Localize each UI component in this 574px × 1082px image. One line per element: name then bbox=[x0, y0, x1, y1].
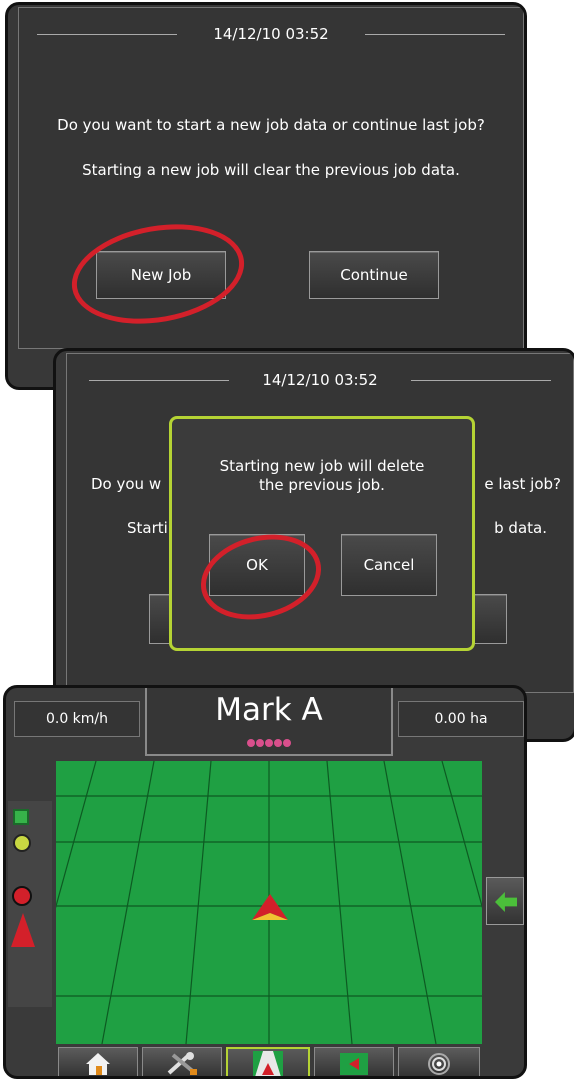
spray-status-icon[interactable] bbox=[11, 913, 35, 947]
job-question-left-text: Do you w bbox=[91, 475, 162, 493]
tools-icon bbox=[167, 1052, 197, 1075]
area-readout: 0.00 ha bbox=[398, 701, 524, 737]
field-view bbox=[56, 761, 482, 1044]
confirm-new-job-screen: 14/12/10 03:52 Do you w e last job? Star… bbox=[53, 348, 574, 742]
boundary-toggle-icon[interactable] bbox=[13, 834, 31, 852]
guidance-indicator-dots bbox=[147, 739, 391, 747]
nav-map-button[interactable] bbox=[314, 1047, 394, 1076]
nav-gps-button[interactable] bbox=[398, 1047, 480, 1076]
cancel-button[interactable]: Cancel bbox=[341, 534, 437, 596]
vehicle-arrow-icon bbox=[252, 894, 288, 920]
dialog-header: 14/12/10 03:52 bbox=[19, 14, 523, 54]
job-note-right-text: b data. bbox=[494, 519, 547, 537]
arrow-left-icon bbox=[495, 892, 517, 912]
new-job-button[interactable]: New Job bbox=[96, 251, 226, 299]
expand-panel-button[interactable] bbox=[486, 877, 524, 925]
job-note-left-text: Starti bbox=[127, 519, 168, 537]
home-icon bbox=[86, 1053, 110, 1075]
dialog-header: 14/12/10 03:52 bbox=[67, 360, 573, 400]
guidance-mode-title: Mark A bbox=[215, 692, 323, 728]
nav-tools-button[interactable] bbox=[142, 1047, 222, 1076]
ok-button[interactable]: OK bbox=[209, 534, 305, 596]
confirm-message: Starting new job will delete the previou… bbox=[219, 457, 425, 494]
field-map-icon bbox=[340, 1053, 368, 1075]
left-tool-column bbox=[8, 801, 52, 1007]
datetime-label: 14/12/10 03:52 bbox=[213, 25, 329, 43]
continue-button[interactable]: Continue bbox=[309, 251, 439, 299]
guidance-title-box: Mark A bbox=[145, 688, 393, 756]
job-start-screen: 14/12/10 03:52 Do you want to start a ne… bbox=[5, 2, 527, 390]
guidance-screen: 0.0 km/h 0.00 ha Mark A bbox=[3, 685, 527, 1079]
nav-home-button[interactable] bbox=[58, 1047, 138, 1076]
job-note-text: Starting a new job will clear the previo… bbox=[82, 161, 460, 179]
speed-readout: 0.0 km/h bbox=[14, 701, 140, 737]
gps-status-icon bbox=[428, 1053, 450, 1075]
bottom-nav-bar bbox=[56, 1047, 482, 1076]
job-question-right-text: e last job? bbox=[484, 475, 561, 493]
confirm-dialog: Starting new job will delete the previou… bbox=[169, 416, 475, 651]
datetime-label: 14/12/10 03:52 bbox=[262, 371, 378, 389]
job-question-text: Do you want to start a new job data or c… bbox=[57, 116, 485, 134]
vehicle-view-icon bbox=[253, 1051, 283, 1076]
job-start-dialog: 14/12/10 03:52 Do you want to start a ne… bbox=[18, 7, 524, 349]
master-switch-icon[interactable] bbox=[12, 886, 32, 906]
boom-status-icon[interactable] bbox=[13, 809, 29, 825]
nav-guidance-button[interactable] bbox=[226, 1047, 310, 1076]
